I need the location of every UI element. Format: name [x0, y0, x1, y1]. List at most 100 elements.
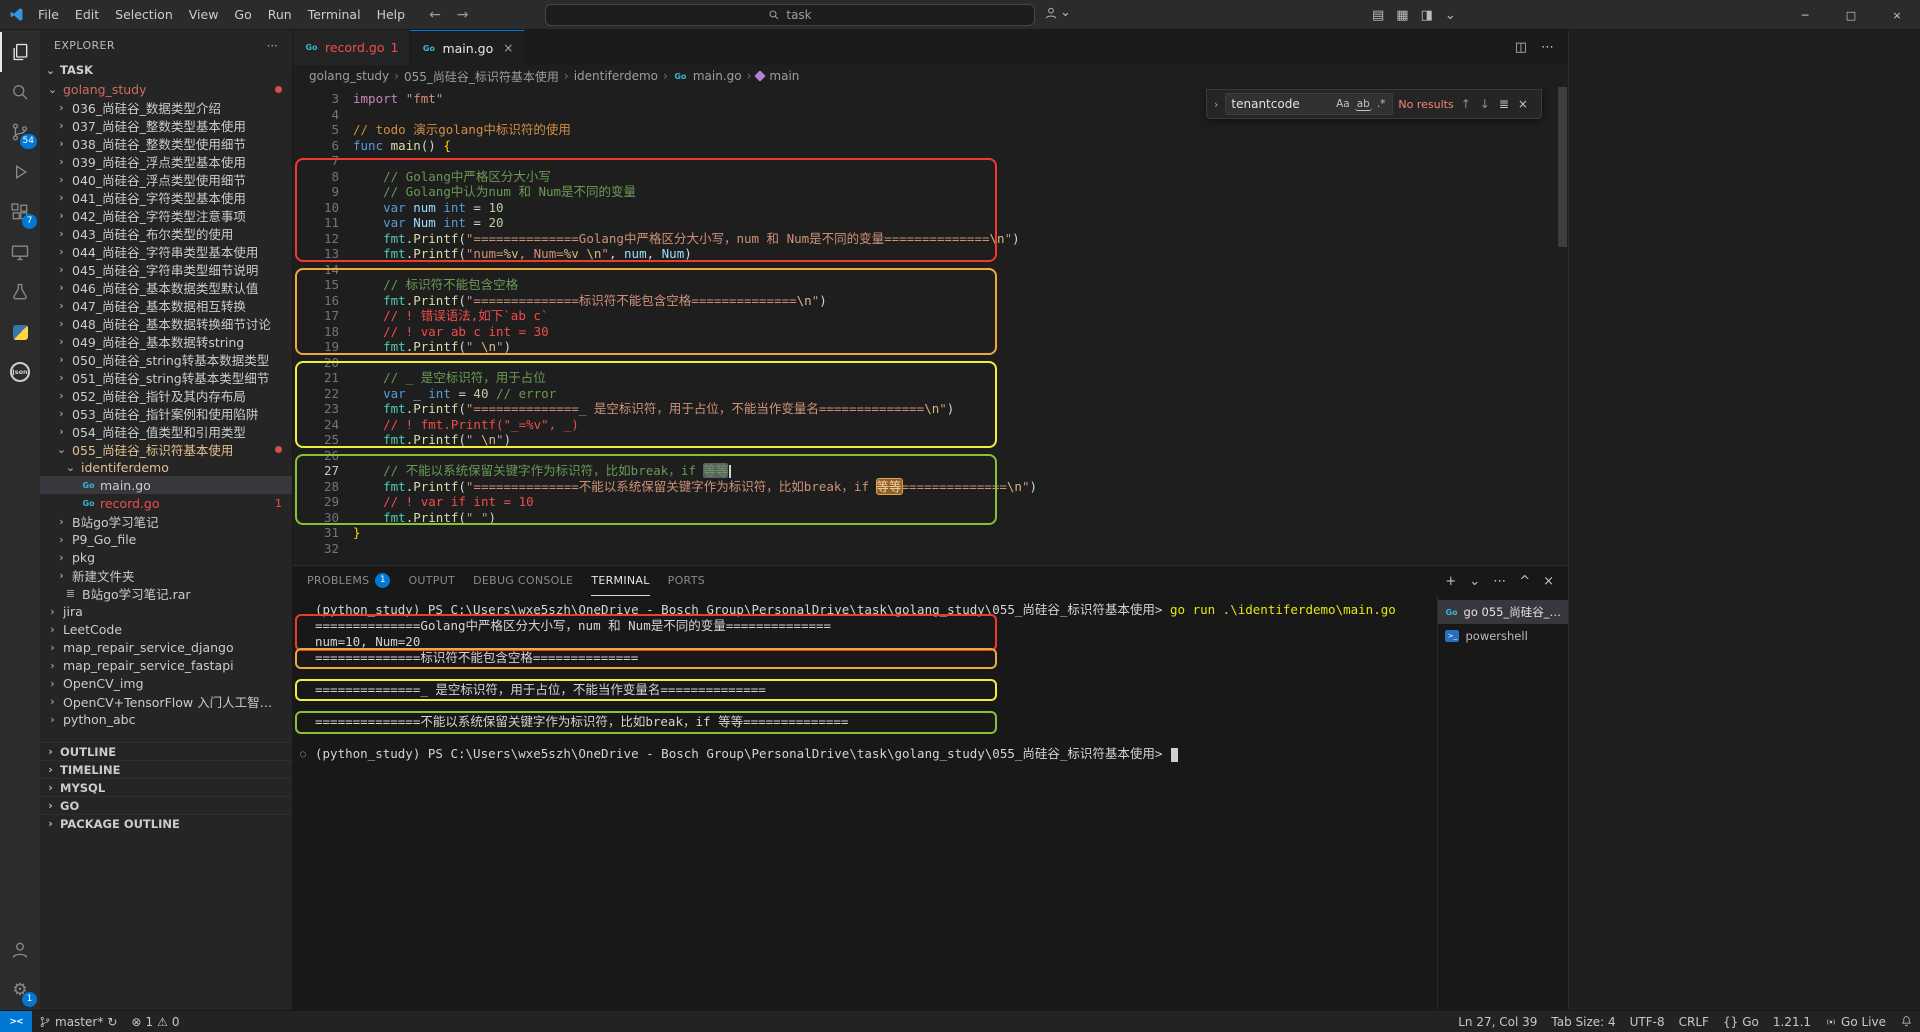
tab-problems[interactable]: PROBLEMS 1	[307, 566, 391, 596]
code-editor[interactable]: 3 import "fmt" 4 5// todo 演示golang中标识符的使用 6 f…	[293, 87, 1568, 565]
indentation-status[interactable]: Tab Size: 4	[1544, 1011, 1622, 1032]
accounts-button[interactable]	[0, 930, 40, 970]
command-center-search[interactable]: task	[545, 4, 1035, 26]
tab-output[interactable]: OUTPUT	[408, 566, 455, 596]
breadcrumb-item[interactable]: main.go	[693, 69, 742, 83]
activity-extensions[interactable]: 7	[0, 192, 40, 232]
tree-item-folder[interactable]: › 038_尚硅谷_整数类型使用细节	[40, 134, 292, 152]
activity-json-extension[interactable]: Json	[0, 352, 40, 392]
tree-item-folder[interactable]: ⌄ identiferdemo	[40, 458, 292, 476]
breadcrumb-item[interactable]: golang_study	[309, 69, 389, 83]
menu-view[interactable]: View	[181, 5, 227, 24]
close-tab-icon[interactable]: ×	[503, 41, 513, 55]
tree-item-folder[interactable]: › 037_尚硅谷_整数类型基本使用	[40, 116, 292, 134]
tree-item-folder[interactable]: › 048_尚硅谷_基本数据转换细节讨论	[40, 314, 292, 332]
tree-item-folder[interactable]: › 049_尚硅谷_基本数据转string	[40, 332, 292, 350]
code-line[interactable]: 20	[293, 355, 1568, 371]
activity-remote-explorer[interactable]	[0, 232, 40, 272]
breadcrumb-item[interactable]: 055_尚硅谷_标识符基本使用	[404, 68, 559, 85]
code-line[interactable]: 7	[293, 153, 1568, 169]
tab-record-go[interactable]: Go record.go 1	[293, 30, 411, 65]
breadcrumb-item[interactable]: main	[769, 69, 799, 83]
editor-more-actions-icon[interactable]: ⋯	[1541, 40, 1554, 55]
tree-item-folder[interactable]: › 040_尚硅谷_浮点类型使用细节	[40, 170, 292, 188]
tree-item-folder[interactable]: › 047_尚硅谷_基本数据相互转换	[40, 296, 292, 314]
tree-item-folder[interactable]: › map_repair_service_fastapi	[40, 656, 292, 674]
editor-scrollbar[interactable]	[1556, 87, 1568, 565]
code-line[interactable]: 11 var Num int = 20	[293, 215, 1568, 231]
tree-item-folder[interactable]: › 新建文件夹	[40, 566, 292, 584]
toggle-sidebar-icon[interactable]: ▤	[1372, 8, 1384, 23]
command-decoration-icon[interactable]: ○	[300, 747, 306, 763]
menu-edit[interactable]: Edit	[67, 5, 107, 24]
terminal-instance-go[interactable]: Go go 055_尚硅谷_…	[1438, 600, 1568, 624]
tree-item-folder[interactable]: › P9_Go_file	[40, 530, 292, 548]
code-line[interactable]: 29 // ! var if int = 10	[293, 494, 1568, 510]
tree-item-folder[interactable]: › 043_尚硅谷_布尔类型的使用	[40, 224, 292, 242]
close-find-icon[interactable]: ×	[1516, 97, 1530, 111]
tree-item-folder[interactable]: › 039_尚硅谷_浮点类型基本使用	[40, 152, 292, 170]
code-line[interactable]: 15 // 标识符不能包含空格	[293, 277, 1568, 293]
code-line[interactable]: 22 var _ int = 40 // error	[293, 386, 1568, 402]
code-line[interactable]: 31}	[293, 525, 1568, 541]
breadcrumb-item[interactable]: identiferdemo	[574, 69, 658, 83]
tree-item-folder[interactable]: › B站go学习笔记	[40, 512, 292, 530]
go-version-status[interactable]: 1.21.1	[1766, 1011, 1818, 1032]
whole-word-icon[interactable]: ab	[1354, 98, 1372, 111]
code-line[interactable]: 13 fmt.Printf("num=%v, Num=%v \n", num, …	[293, 246, 1568, 262]
tab-terminal[interactable]: TERMINAL	[591, 566, 650, 596]
language-mode[interactable]: {} Go	[1716, 1011, 1766, 1032]
code-line[interactable]: 25 fmt.Printf(" \n")	[293, 432, 1568, 448]
code-line[interactable]: 14	[293, 262, 1568, 278]
terminal-dropdown-icon[interactable]: ⌄	[1469, 574, 1480, 589]
regex-icon[interactable]: .*	[1375, 98, 1388, 110]
tree-item-folder[interactable]: › python_abc	[40, 710, 292, 728]
code-line[interactable]: 12 fmt.Printf("==============Golang中严格区分…	[293, 231, 1568, 247]
navigate-back-icon[interactable]: ←	[429, 7, 441, 23]
maximize-panel-icon[interactable]: ^	[1519, 574, 1530, 589]
tree-item-folder[interactable]: › 051_尚硅谷_string转基本类型细节	[40, 368, 292, 386]
cursor-position[interactable]: Ln 27, Col 39	[1451, 1011, 1544, 1032]
workspace-section-task[interactable]: ⌄ TASK	[40, 60, 292, 80]
navigate-forward-icon[interactable]: →	[457, 7, 469, 23]
tree-item-folder[interactable]: › 044_尚硅谷_字符串类型基本使用	[40, 242, 292, 260]
split-editor-icon[interactable]: ◫	[1515, 40, 1527, 55]
menu-go[interactable]: Go	[226, 5, 259, 24]
activity-source-control[interactable]: 54	[0, 112, 40, 152]
code-line[interactable]: 6 func main() {	[293, 138, 1568, 154]
tree-item-folder[interactable]: › 046_尚硅谷_基本数据类型默认值	[40, 278, 292, 296]
section-package-outline[interactable]: › PACKAGE OUTLINE	[40, 814, 292, 832]
menu-file[interactable]: File	[30, 5, 67, 24]
tree-item-folder[interactable]: › pkg	[40, 548, 292, 566]
settings-button[interactable]: ⚙ 1	[0, 970, 40, 1010]
tree-item-folder[interactable]: › 053_尚硅谷_指针案例和使用陷阱	[40, 404, 292, 422]
tree-item-file[interactable]: Go record.go 1	[40, 494, 292, 512]
terminal-instance-powershell[interactable]: >_ powershell	[1438, 624, 1568, 648]
tree-item-folder[interactable]: ⌄ golang_study	[40, 80, 292, 98]
git-branch-status[interactable]: master* ↻	[32, 1011, 124, 1032]
customize-layout-icon[interactable]: ⌄	[1445, 8, 1456, 23]
tree-item-folder[interactable]: › 042_尚硅谷_字符类型注意事项	[40, 206, 292, 224]
panel-more-actions-icon[interactable]: ⋯	[1493, 574, 1506, 589]
code-line[interactable]: 8 // Golang中严格区分大小写	[293, 169, 1568, 185]
tree-item-folder[interactable]: › 050_尚硅谷_string转基本数据类型	[40, 350, 292, 368]
toggle-replace-icon[interactable]: ›	[1212, 98, 1220, 111]
code-line[interactable]: 32	[293, 541, 1568, 557]
code-line[interactable]: 27 // 不能以系统保留关键字作为标识符，比如break，if 等等	[293, 463, 1568, 479]
tree-item-folder[interactable]: › 045_尚硅谷_字符串类型细节说明	[40, 260, 292, 278]
tree-item-folder[interactable]: ⌄ 055_尚硅谷_标识符基本使用	[40, 440, 292, 458]
activity-run-debug[interactable]	[0, 152, 40, 192]
tree-item-folder[interactable]: › 054_尚硅谷_值类型和引用类型	[40, 422, 292, 440]
next-match-icon[interactable]: ↓	[1478, 97, 1492, 111]
section-go[interactable]: › GO	[40, 796, 292, 814]
terminal-output[interactable]: (python_study) PS C:\Users\wxe5szh\OneDr…	[293, 596, 1437, 1010]
code-line[interactable]: 26	[293, 448, 1568, 464]
tree-item-folder[interactable]: › LeetCode	[40, 620, 292, 638]
code-line[interactable]: 10 var num int = 10	[293, 200, 1568, 216]
tree-item-folder[interactable]: › map_repair_service_django	[40, 638, 292, 656]
activity-testing[interactable]	[0, 272, 40, 312]
tab-debug-console[interactable]: DEBUG CONSOLE	[473, 566, 573, 596]
encoding-status[interactable]: UTF-8	[1623, 1011, 1672, 1032]
new-terminal-icon[interactable]: +	[1445, 574, 1456, 589]
tree-item-file[interactable]: Go main.go	[40, 476, 292, 494]
